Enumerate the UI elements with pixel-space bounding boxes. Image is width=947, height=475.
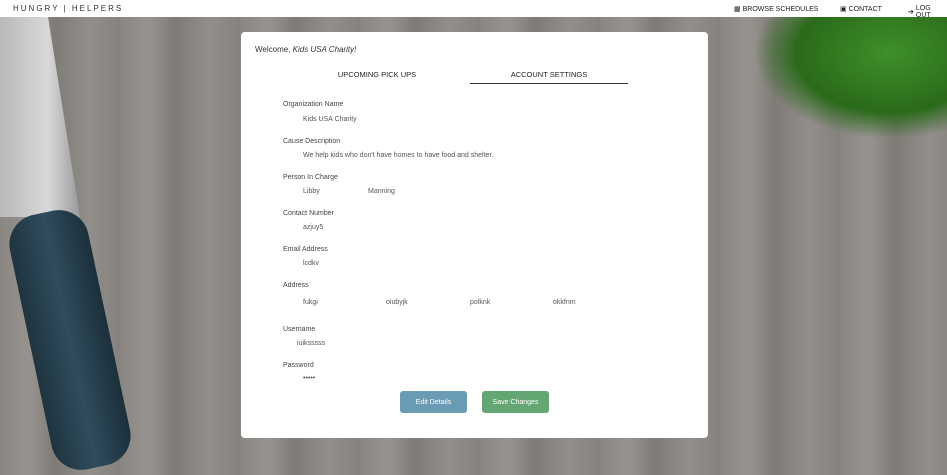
password-field[interactable]: ••••• <box>303 375 315 382</box>
nav-logout[interactable]: ➔ LOG OUT <box>908 5 947 19</box>
welcome-message: Welcome, Kids USA Charity! <box>255 45 356 54</box>
cause-field[interactable]: We help kids who don't have homes to hav… <box>303 152 493 159</box>
nav-label: CONTACT <box>848 5 882 13</box>
address-field-3[interactable]: polknk <box>470 299 490 306</box>
nav-browse-schedules[interactable]: ▦ BROWSE SCHEDULES <box>734 5 819 14</box>
address-field-2[interactable]: oiubyjk <box>386 299 408 306</box>
tab-upcoming-pick-ups[interactable]: UPCOMING PICK UPS <box>298 70 456 83</box>
welcome-prefix: Welcome, <box>255 45 293 54</box>
contact-field[interactable]: azjuy5 <box>303 224 323 231</box>
welcome-name: Kids USA Charity! <box>292 45 357 54</box>
person-label: Person In Charge <box>283 174 338 181</box>
address-field-1[interactable]: fukgi <box>303 299 318 306</box>
save-changes-button[interactable]: Save Changes <box>482 391 549 413</box>
nav-label: LOG OUT <box>915 5 931 19</box>
password-label: Password <box>283 362 314 369</box>
cause-label: Cause Description <box>283 138 341 145</box>
nav-label: BROWSE SCHEDULES <box>742 5 819 13</box>
address-field-4[interactable]: okkfnm <box>553 299 576 306</box>
contact-card-icon: ▣ <box>840 6 847 13</box>
email-field[interactable]: lcdkv <box>303 260 319 267</box>
logout-icon: ➔ <box>908 9 914 16</box>
background-leaves <box>757 17 947 137</box>
org-name-label: Organization Name <box>283 101 344 108</box>
brand-logo[interactable]: HUNGRY | HELPERS <box>13 4 123 13</box>
background-knife-handle <box>3 204 137 475</box>
account-card: Welcome, Kids USA Charity! UPCOMING PICK… <box>241 32 708 438</box>
nav-contact[interactable]: ▣ CONTACT <box>840 5 882 14</box>
top-nav-bar: HUNGRY | HELPERS ▦ BROWSE SCHEDULES ▣ CONT… <box>0 0 947 19</box>
address-label: Address <box>283 282 309 289</box>
last-name-field[interactable]: Manning <box>368 188 395 195</box>
background-knife-blade <box>0 17 80 217</box>
org-name-field[interactable]: Kids USA Charity <box>303 116 357 123</box>
contact-label: Contact Number <box>283 210 334 217</box>
edit-details-button[interactable]: Edit Details <box>400 391 467 413</box>
username-field[interactable]: iuiksssss <box>297 340 325 347</box>
username-label: Username <box>283 326 316 333</box>
first-name-field[interactable]: Libby <box>303 188 320 195</box>
tab-account-settings[interactable]: ACCOUNT SETTINGS <box>470 70 628 84</box>
email-label: Email Address <box>283 246 328 253</box>
calendar-icon: ▦ <box>734 6 741 13</box>
